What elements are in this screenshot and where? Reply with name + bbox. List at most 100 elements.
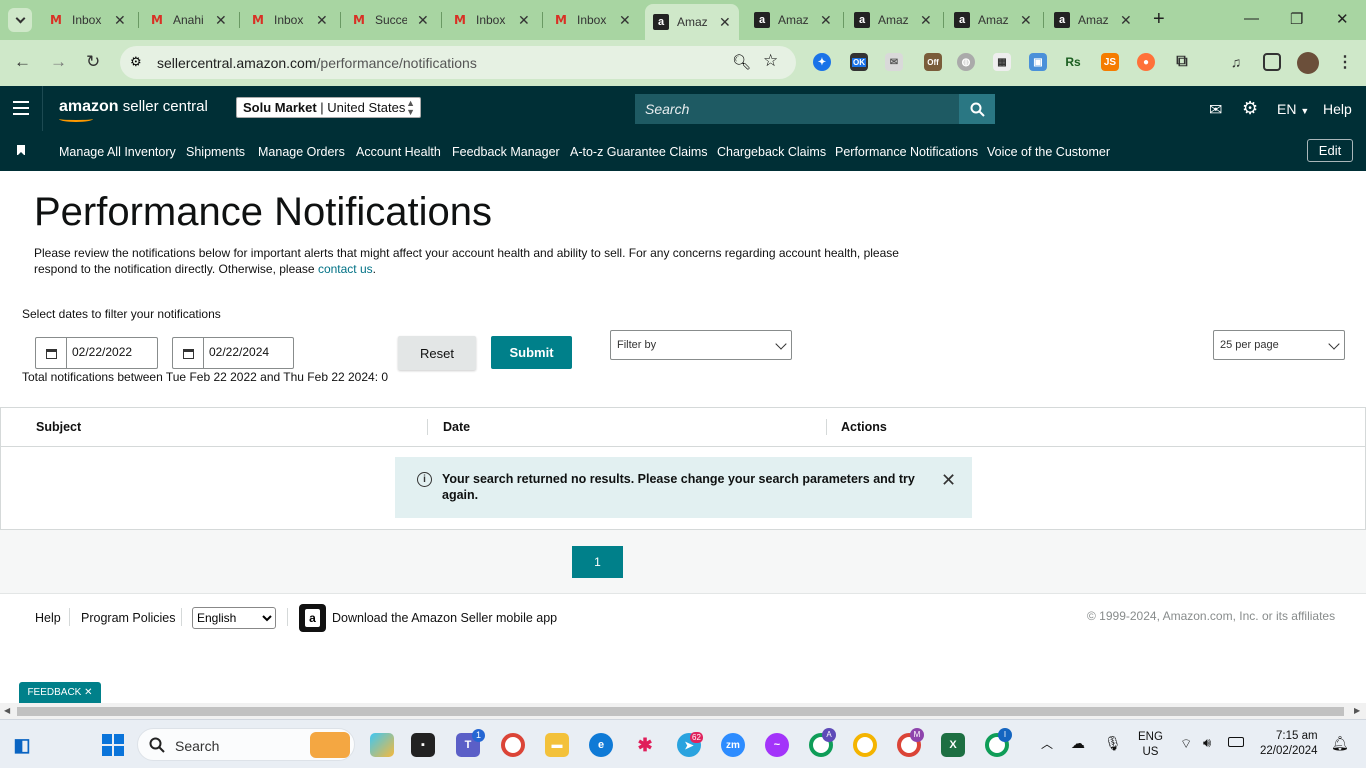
scroll-left-icon[interactable]: ◀	[4, 706, 10, 715]
browser-tab[interactable]: a Amaz ✕	[954, 6, 1032, 34]
close-tab-icon[interactable]: ✕	[820, 12, 832, 29]
column-date[interactable]: Date	[443, 420, 470, 434]
calendar-icon[interactable]	[173, 338, 204, 368]
close-window-icon[interactable]: ✕	[1336, 10, 1349, 28]
extension-icon[interactable]: ✉	[885, 53, 903, 71]
page-button-current[interactable]: 1	[572, 546, 623, 578]
profile-avatar[interactable]	[1297, 52, 1319, 74]
start-date-input[interactable]	[72, 345, 152, 359]
browser-tab[interactable]: M Inbox ✕	[553, 6, 631, 34]
reset-button[interactable]: Reset	[398, 336, 476, 370]
amazon-seller-app-icon[interactable]: a	[299, 604, 326, 632]
show-hidden-icons-icon[interactable]: ︿	[1041, 735, 1053, 752]
browser-tab[interactable]: M Inbox ✕	[48, 6, 126, 34]
marketplace-switcher[interactable]: Solu Market | United States ▲ ▼	[236, 97, 421, 118]
browser-menu-icon[interactable]: ⋮	[1336, 53, 1354, 71]
extension-off-icon[interactable]: Off	[924, 53, 942, 71]
messenger-icon[interactable]: ~	[765, 733, 789, 757]
clock[interactable]: 7:15 am 22/02/2024	[1260, 729, 1318, 759]
excel-icon[interactable]: X	[941, 733, 965, 757]
widgets-icon[interactable]: ◧	[10, 733, 34, 757]
browser-tab[interactable]: a Amaz ✕	[854, 6, 932, 34]
close-tab-icon[interactable]: ✕	[1120, 12, 1132, 29]
minimize-icon[interactable]: —	[1244, 10, 1259, 27]
mail-icon[interactable]: ✉	[1209, 100, 1222, 120]
close-tab-icon[interactable]: ✕	[920, 12, 932, 29]
close-tab-icon[interactable]: ✕	[719, 14, 731, 31]
browser-tab[interactable]: M Inbox ✕	[452, 6, 530, 34]
extension-js-icon[interactable]: JS	[1101, 53, 1119, 71]
close-tab-icon[interactable]: ✕	[215, 12, 227, 29]
help-link[interactable]: Help	[1323, 101, 1352, 117]
forward-icon[interactable]: →	[50, 52, 67, 72]
contact-us-link[interactable]: contact us	[318, 262, 373, 276]
extensions-puzzle-icon[interactable]: ⧉	[1173, 53, 1191, 71]
search-button[interactable]	[959, 94, 995, 124]
scrollbar-thumb[interactable]	[17, 707, 1344, 716]
browser-tab[interactable]: M Succe ✕	[351, 6, 429, 34]
qr-icon[interactable]: ▦	[993, 53, 1011, 71]
footer-language-select[interactable]: English	[192, 607, 276, 629]
close-tab-icon[interactable]: ✕	[316, 12, 328, 29]
extension-icon[interactable]: ●	[1137, 53, 1155, 71]
chrome-icon[interactable]	[501, 733, 525, 757]
site-settings-icon[interactable]: ⚙	[130, 54, 142, 70]
reload-icon[interactable]: ↻	[86, 52, 100, 72]
browser-tab[interactable]: a Amaz ✕	[1054, 6, 1132, 34]
browser-tab[interactable]: a Amaz ✕	[754, 6, 832, 34]
nav-a-to-z-claims[interactable]: A-to-z Guarantee Claims	[570, 145, 708, 159]
close-tab-icon[interactable]: ✕	[114, 12, 126, 29]
close-icon[interactable]: ✕	[84, 687, 92, 698]
nav-account-health[interactable]: Account Health	[356, 145, 441, 159]
hamburger-menu-icon[interactable]	[13, 101, 29, 119]
nav-feedback-manager[interactable]: Feedback Manager	[452, 145, 560, 159]
extension-icon[interactable]: ▣	[1029, 53, 1047, 71]
extension-icon[interactable]: ✦	[813, 53, 831, 71]
zoom-app-icon[interactable]: zm	[721, 733, 745, 757]
end-date-field[interactable]	[172, 337, 294, 369]
close-icon[interactable]: ✕	[941, 470, 956, 491]
back-icon[interactable]: ←	[14, 52, 31, 72]
extension-rs-icon[interactable]: Rs	[1064, 53, 1082, 71]
footer-help-link[interactable]: Help	[35, 611, 61, 625]
tab-search-button[interactable]	[8, 8, 32, 32]
horizontal-scrollbar[interactable]: ◀ ▶	[0, 703, 1366, 719]
restore-icon[interactable]: ❐	[1290, 10, 1303, 28]
edit-nav-button[interactable]: Edit	[1307, 139, 1353, 162]
notification-bell-icon[interactable]: 🔔︎	[1331, 735, 1349, 752]
browser-tab[interactable]: M Anahi ✕	[149, 6, 227, 34]
program-policies-link[interactable]: Program Policies	[81, 611, 175, 625]
edge-icon[interactable]: e	[589, 733, 613, 757]
input-language-indicator[interactable]: ENG US	[1138, 730, 1163, 760]
feedback-button[interactable]: FEEDBACK ✕	[19, 682, 101, 703]
nav-chargeback-claims[interactable]: Chargeback Claims	[717, 145, 826, 159]
copilot-icon[interactable]	[370, 733, 394, 757]
gear-icon[interactable]: ⚙	[1242, 98, 1258, 119]
nav-manage-all-inventory[interactable]: Manage All Inventory	[59, 145, 176, 159]
close-tab-icon[interactable]: ✕	[518, 12, 530, 29]
language-selector[interactable]: EN ▼	[1277, 101, 1309, 117]
download-app-link[interactable]: Download the Amazon Seller mobile app	[332, 611, 557, 625]
address-bar[interactable]: ⚙ sellercentral.amazon.com/performance/n…	[120, 46, 796, 79]
terminal-icon[interactable]: ▪	[411, 733, 435, 757]
wifi-icon[interactable]: ⌔	[1180, 736, 1192, 752]
submit-button[interactable]: Submit	[491, 336, 572, 369]
windows-start-icon[interactable]	[101, 733, 125, 757]
nav-shipments[interactable]: Shipments	[186, 145, 245, 159]
nav-performance-notifications[interactable]: Performance Notifications	[835, 145, 978, 159]
calendar-icon[interactable]	[36, 338, 67, 368]
microphone-icon[interactable]: 🎙︎	[1104, 735, 1122, 752]
seller-central-logo[interactable]: amazon seller central	[59, 98, 208, 122]
browser-tab-active[interactable]: a Amaz ✕	[645, 4, 739, 40]
chrome-profile-icon[interactable]	[853, 733, 877, 757]
end-date-input[interactable]	[209, 345, 289, 359]
slack-icon[interactable]: ✱	[633, 733, 657, 757]
bookmark-icon[interactable]	[17, 145, 25, 156]
bookmark-star-icon[interactable]: ☆	[763, 51, 778, 71]
close-tab-icon[interactable]: ✕	[417, 12, 429, 29]
close-tab-icon[interactable]: ✕	[1020, 12, 1032, 29]
search-input[interactable]: Search	[635, 94, 959, 124]
start-date-field[interactable]	[35, 337, 158, 369]
close-tab-icon[interactable]: ✕	[619, 12, 631, 29]
taskbar-search[interactable]: Search	[137, 728, 355, 761]
